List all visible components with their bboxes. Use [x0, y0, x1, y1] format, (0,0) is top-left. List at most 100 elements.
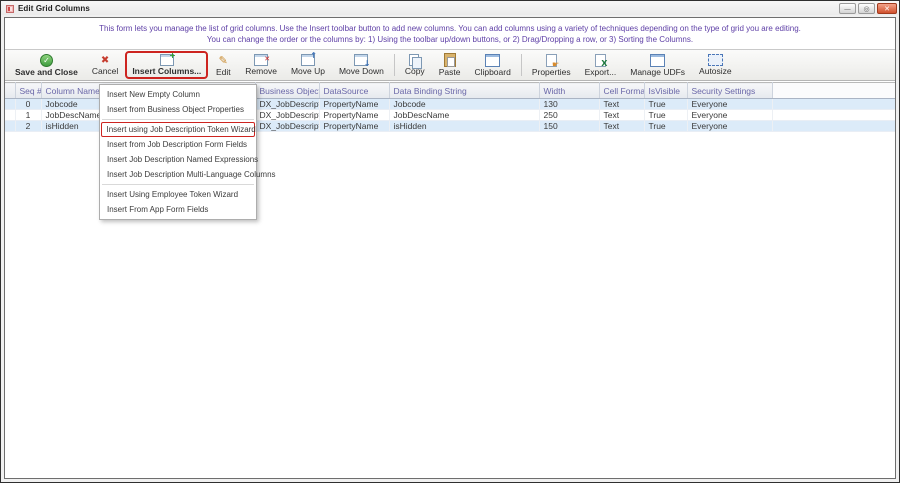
grid-cell[interactable]: Everyone [687, 121, 772, 132]
grid-cell[interactable]: Everyone [687, 99, 772, 110]
menu-separator [102, 184, 254, 185]
grid-cell[interactable]: Text [599, 110, 644, 121]
properties-icon [543, 54, 559, 67]
row-indicator[interactable] [5, 121, 15, 132]
toolbar-button-label: Insert Columns... [132, 67, 201, 76]
move-down-icon [353, 54, 369, 66]
toolbar-separator [521, 54, 522, 76]
copy-button[interactable]: Copy [398, 51, 432, 79]
col-header-isvisible[interactable]: IsVisible [644, 83, 687, 99]
grid-cell[interactable]: Jobcode [389, 99, 539, 110]
grid-cell[interactable]: Text [599, 99, 644, 110]
menu-item-insert-job-description-named-expressions[interactable]: Insert Job Description Named Expressions [100, 152, 256, 167]
grid-cell[interactable]: True [644, 99, 687, 110]
grid-cell[interactable]: 130 [539, 99, 599, 110]
menu-item-insert-from-job-description-form-fields[interactable]: Insert from Job Description Form Fields [100, 137, 256, 152]
dialog-client-area: This form lets you manage the list of gr… [4, 17, 896, 479]
col-header-data-binding-string[interactable]: Data Binding String [389, 83, 539, 99]
menu-item-insert-new-empty-column[interactable]: Insert New Empty Column [100, 87, 256, 102]
toolbar-button-label: Move Down [339, 67, 384, 76]
menu-item-insert-using-job-description-token-wizard[interactable]: Insert using Job Description Token Wizar… [101, 122, 255, 137]
menu-item-insert-job-description-multi-language-columns[interactable]: Insert Job Description Multi-Language Co… [100, 167, 256, 182]
grid-cell[interactable]: PropertyName [319, 121, 389, 132]
window-icon [6, 5, 14, 13]
grid-cell[interactable]: Text [599, 121, 644, 132]
grid-cell[interactable]: 250 [539, 110, 599, 121]
menu-item-insert-from-business-object-properties[interactable]: Insert from Business Object Properties [100, 102, 256, 117]
menu-separator [102, 119, 254, 120]
grid-cell[interactable]: DX_JobDescription [255, 121, 319, 132]
minimize-button[interactable]: — [839, 3, 856, 14]
toolbar-button-label: Properties [532, 68, 571, 77]
edit-button[interactable]: Edit [208, 51, 238, 79]
grid-cell[interactable]: 150 [539, 121, 599, 132]
grid-cell[interactable]: 0 [15, 99, 41, 110]
grid-cell[interactable]: 2 [15, 121, 41, 132]
titlebar[interactable]: Edit Grid Columns — ◎ ✕ [1, 1, 899, 15]
toolbar: Save and Close Cancel Insert Columns... … [5, 49, 895, 81]
toolbar-separator [394, 54, 395, 76]
grid-cell[interactable]: PropertyName [319, 110, 389, 121]
excel-export-icon [592, 54, 608, 67]
edit-grid-columns-dialog: Edit Grid Columns — ◎ ✕ This form lets y… [0, 0, 900, 483]
grid-cell[interactable]: PropertyName [319, 99, 389, 110]
clipboard-button[interactable]: Clipboard [467, 51, 517, 79]
col-header-datasource[interactable]: DataSource [319, 83, 389, 99]
remove-icon [253, 54, 269, 66]
save-icon [38, 54, 54, 67]
manage-udfs-icon [650, 54, 666, 67]
toolbar-button-label: Manage UDFs [630, 68, 685, 77]
toolbar-button-label: Remove [245, 67, 277, 76]
remove-button[interactable]: Remove [238, 51, 284, 79]
window-title: Edit Grid Columns [18, 4, 90, 13]
clipboard-icon [485, 54, 501, 67]
insert-columns-icon [159, 54, 175, 66]
autosize-icon [707, 54, 723, 66]
edit-pencil-icon [215, 54, 231, 67]
toolbar-button-label: Move Up [291, 67, 325, 76]
col-header-security-settings[interactable]: Security Settings [687, 83, 772, 99]
col-header-cell-format[interactable]: Cell Format [599, 83, 644, 99]
manage-udfs-button[interactable]: Manage UDFs [623, 51, 692, 79]
maximize-button[interactable]: ◎ [858, 3, 875, 14]
row-indicator[interactable] [5, 99, 15, 110]
info-banner: This form lets you manage the list of gr… [5, 18, 895, 49]
col-header-business-object[interactable]: Business Object [255, 83, 319, 99]
grid-cell[interactable]: Everyone [687, 110, 772, 121]
insert-columns-button[interactable]: Insert Columns... [125, 51, 208, 79]
cancel-button[interactable]: Cancel [85, 51, 125, 79]
menu-item-insert-from-app-form-fields[interactable]: Insert From App Form Fields [100, 202, 256, 217]
grid-cell[interactable]: True [644, 121, 687, 132]
toolbar-button-label: Clipboard [474, 68, 510, 77]
paste-icon [442, 54, 458, 67]
row-indicator-header [5, 83, 15, 99]
grid-filler-cell [772, 121, 895, 132]
grid-cell[interactable]: isHidden [389, 121, 539, 132]
grid-cell[interactable]: JobDescName [389, 110, 539, 121]
export-button[interactable]: Export... [578, 51, 624, 79]
grid-cell[interactable]: DX_JobDescription [255, 110, 319, 121]
grid-cell[interactable]: DX_JobDescription [255, 99, 319, 110]
close-button[interactable]: ✕ [877, 3, 897, 14]
grid-cell[interactable]: 1 [15, 110, 41, 121]
toolbar-button-label: Edit [216, 68, 231, 77]
toolbar-button-label: Autosize [699, 67, 732, 76]
menu-item-insert-using-employee-token-wizard[interactable]: Insert Using Employee Token Wizard [100, 187, 256, 202]
paste-button[interactable]: Paste [432, 51, 468, 79]
toolbar-button-label: Save and Close [15, 68, 78, 77]
autosize-button[interactable]: Autosize [692, 51, 739, 79]
grid-filler-cell [772, 99, 895, 110]
grid-filler-cell [772, 110, 895, 121]
move-down-button[interactable]: Move Down [332, 51, 391, 79]
properties-button[interactable]: Properties [525, 51, 578, 79]
grid-cell[interactable]: True [644, 110, 687, 121]
cancel-icon [97, 54, 113, 66]
toolbar-button-label: Paste [439, 68, 461, 77]
col-header-width[interactable]: Width [539, 83, 599, 99]
save-and-close-button[interactable]: Save and Close [8, 51, 85, 79]
move-up-icon [300, 54, 316, 66]
row-indicator[interactable] [5, 110, 15, 121]
col-header-seq[interactable]: Seq # [15, 83, 41, 99]
toolbar-button-label: Export... [585, 68, 617, 77]
move-up-button[interactable]: Move Up [284, 51, 332, 79]
